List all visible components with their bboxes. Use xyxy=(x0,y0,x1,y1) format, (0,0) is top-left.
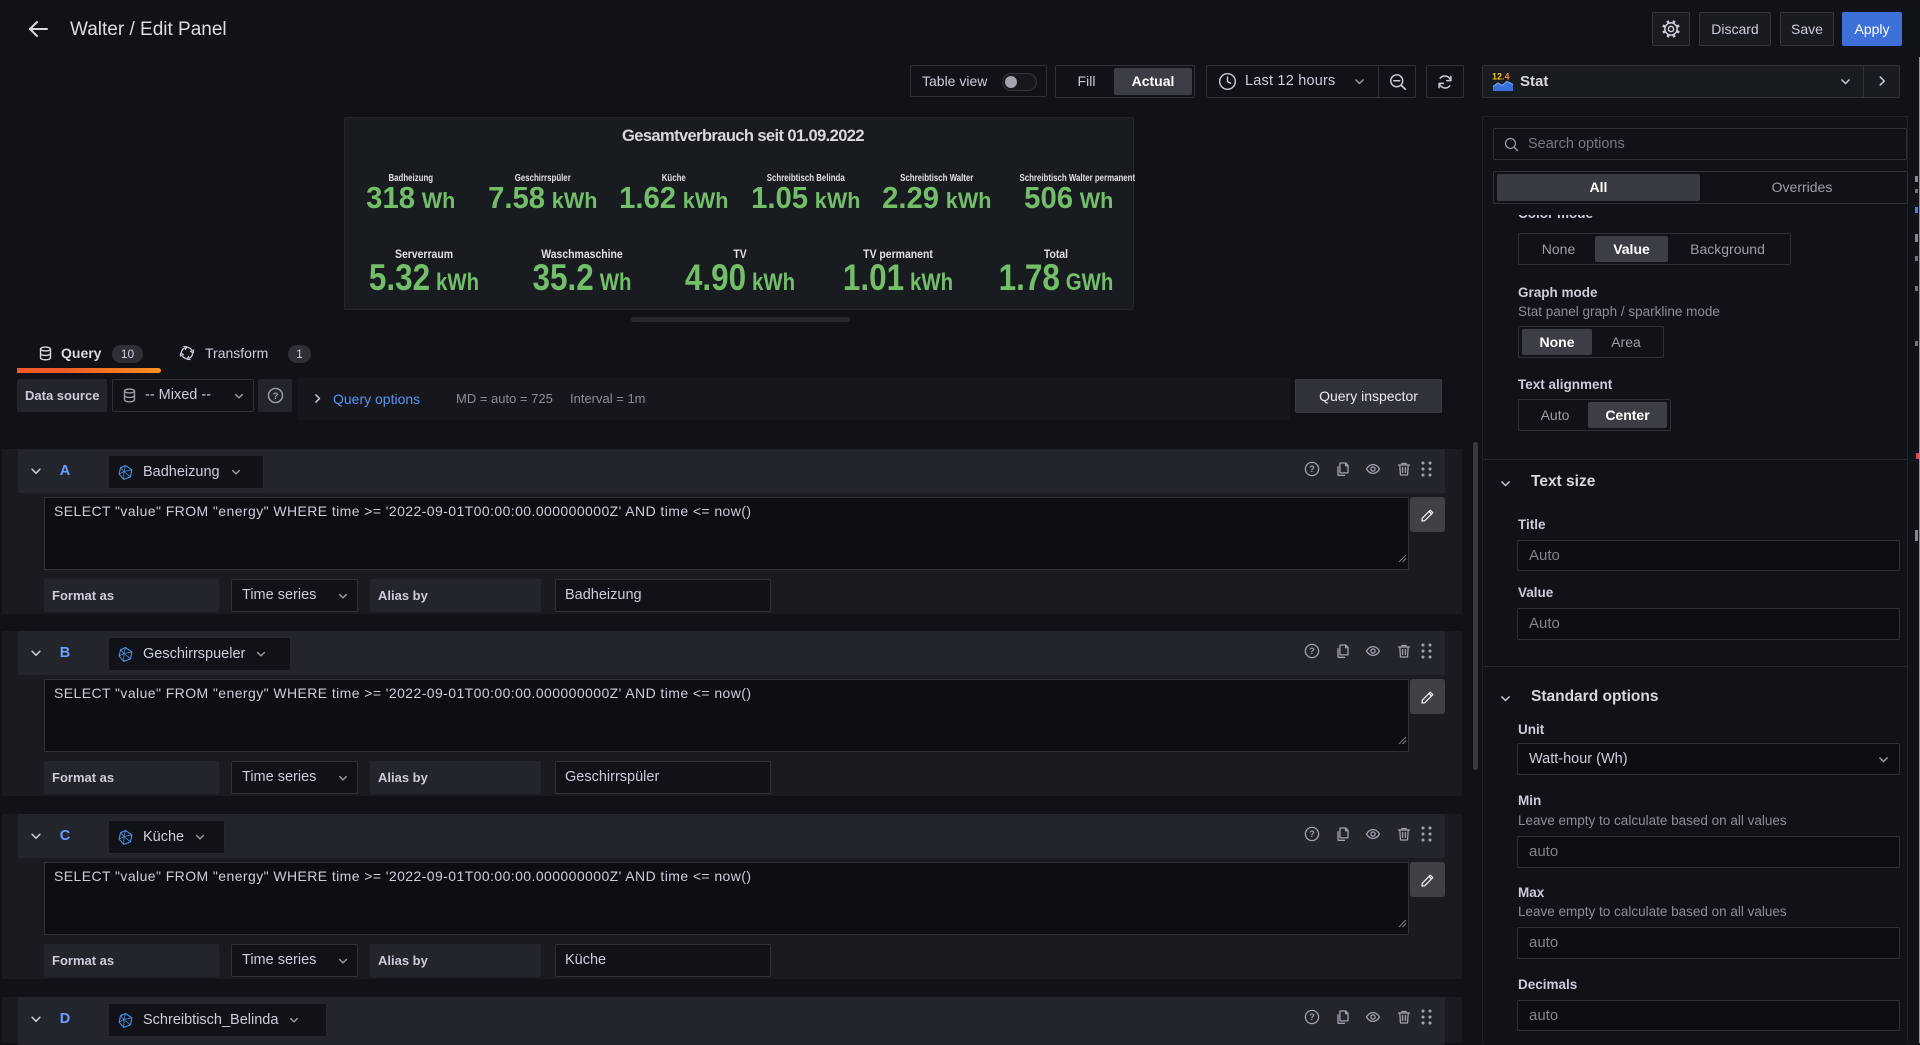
svg-text:?: ? xyxy=(1309,646,1315,656)
svg-text:?: ? xyxy=(272,391,278,402)
svg-text:?: ? xyxy=(1309,829,1315,839)
svg-text:12.4: 12.4 xyxy=(1492,72,1510,82)
svg-text:?: ? xyxy=(1309,1012,1315,1022)
svg-text:?: ? xyxy=(1309,464,1315,474)
